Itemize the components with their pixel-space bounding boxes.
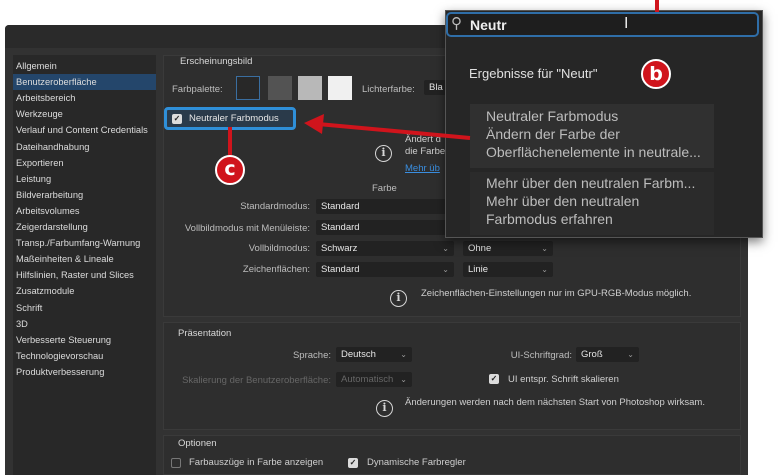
chevron-down-icon: ⌄	[400, 350, 407, 359]
result-description: Farbmodus erfahren	[486, 211, 613, 227]
sidebar-item[interactable]: 3D	[13, 316, 156, 332]
select-value: Automatisch	[341, 374, 394, 385]
chevron-down-icon: ⌄	[627, 350, 634, 359]
learn-more-link[interactable]: Mehr üb	[405, 163, 440, 174]
sidebar-item[interactable]: Allgemein	[13, 58, 156, 74]
options-group	[163, 435, 741, 475]
ui-scaling-select[interactable]: Automatisch ⌄	[336, 372, 412, 387]
chevron-down-icon: ⌄	[442, 244, 449, 253]
result-description: Oberflächenelemente in neutrale...	[486, 144, 701, 160]
color-column-header: Farbe	[372, 183, 397, 194]
info-icon: i	[375, 145, 392, 162]
standard-mode-select[interactable]: Standard	[316, 199, 454, 214]
color-channels-checkbox[interactable]	[171, 458, 181, 468]
search-result[interactable]: Neutraler Farbmodus Ändern der Farbe der…	[470, 104, 714, 168]
select-value: Standard	[321, 222, 360, 233]
select-value: Deutsch	[341, 349, 376, 360]
restart-info-text: Änderungen werden nach dem nächsten Star…	[405, 397, 705, 408]
artboards-label: Zeichenflächen:	[242, 264, 310, 275]
sidebar-item[interactable]: Dateihandhabung	[13, 139, 156, 155]
sidebar-item[interactable]: Produktverbesserung	[13, 364, 156, 380]
select-value: Groß	[581, 349, 603, 360]
palette-swatch-lightest[interactable]	[328, 76, 352, 100]
chevron-down-icon: ⌄	[400, 375, 407, 384]
dynamic-sliders-label[interactable]: Dynamische Farbregler	[367, 457, 466, 468]
sidebar-item[interactable]: Hilfslinien, Raster und Slices	[13, 267, 156, 283]
sidebar-item[interactable]: Maßeinheiten & Lineale	[13, 251, 156, 267]
neutral-info-line2: die Farbe	[405, 146, 446, 157]
sidebar-item[interactable]: Verlauf und Content Credentials	[13, 122, 156, 138]
fullscreen-label: Vollbildmodus:	[248, 243, 310, 254]
info-icon: i	[390, 290, 407, 307]
select-value: Linie	[468, 264, 489, 275]
search-input[interactable]: ⚲ Neutr I	[446, 12, 759, 37]
search-icon: ⚲	[451, 15, 462, 32]
search-result[interactable]: Mehr über den neutralen Farbm... Mehr üb…	[470, 172, 714, 235]
dynamic-sliders-checkbox[interactable]: ✓	[348, 458, 358, 468]
fullscreen-menu-label: Vollbildmodus mit Menüleiste:	[184, 223, 310, 234]
text-cursor-icon: I	[624, 15, 629, 32]
select-value: Ohne	[468, 243, 492, 254]
chevron-down-icon: ⌄	[541, 265, 548, 274]
palette-swatch-darkest[interactable]	[236, 76, 260, 100]
search-value: Neutr	[470, 17, 507, 33]
sidebar-item[interactable]: Technologievorschau	[13, 348, 156, 364]
neutral-mode-checkbox[interactable]: ✓	[172, 114, 182, 124]
sidebar-item[interactable]: Benutzeroberfläche	[13, 74, 156, 91]
ui-font-size-select[interactable]: Groß ⌄	[576, 347, 639, 362]
annotation-line-c	[228, 127, 232, 157]
select-value: Standard	[321, 264, 360, 275]
sidebar-item[interactable]: Transp./Farbumfang-Warnung	[13, 235, 156, 251]
fullscreen-menu-select[interactable]: Standard	[316, 220, 454, 235]
chevron-down-icon: ⌄	[541, 244, 548, 253]
fullscreen-color-select[interactable]: Schwarz ⌄	[316, 241, 454, 256]
annotation-line-a	[655, 0, 659, 12]
highlight-color-label: Lichterfarbe:	[362, 84, 415, 95]
ui-font-size-label: UI-Schriftgrad:	[510, 350, 572, 361]
palette-swatch-light[interactable]	[298, 76, 322, 100]
palette-swatch-dark[interactable]	[268, 76, 292, 100]
annotation-badge-c: c	[215, 155, 245, 185]
sidebar-item[interactable]: Werkzeuge	[13, 106, 156, 122]
language-label: Sprache:	[292, 350, 331, 361]
language-select[interactable]: Deutsch ⌄	[336, 347, 412, 362]
sidebar-item[interactable]: Schrift	[13, 300, 156, 316]
sidebar-item[interactable]: Verbesserte Steuerung	[13, 332, 156, 348]
sidebar: Allgemein Benutzeroberfläche Arbeitsbereic…	[13, 55, 156, 475]
neutral-mode-label[interactable]: Neutraler Farbmodus	[189, 113, 279, 124]
annotation-arrow	[304, 114, 471, 140]
result-description: Ändern der Farbe der	[486, 126, 620, 142]
result-title: Mehr über den neutralen Farbm...	[486, 175, 696, 191]
presentation-title: Präsentation	[178, 328, 232, 339]
scale-ui-label[interactable]: UI entspr. Schrift skalieren	[508, 374, 619, 385]
info-icon: i	[376, 400, 393, 417]
options-title: Optionen	[178, 438, 217, 449]
sidebar-item[interactable]: Bildverarbeitung	[13, 187, 156, 203]
sidebar-item[interactable]: Exportieren	[13, 155, 156, 171]
sidebar-item[interactable]: Arbeitsbereich	[13, 90, 156, 106]
result-title: Neutraler Farbmodus	[486, 108, 619, 124]
select-value: Standard	[321, 201, 360, 212]
result-description: Mehr über den neutralen	[486, 193, 640, 209]
color-channels-label[interactable]: Farbauszüge in Farbe anzeigen	[189, 457, 323, 468]
annotation-badge-b: b	[641, 59, 671, 89]
appearance-title: Erscheinungsbild	[180, 56, 253, 67]
select-value: Schwarz	[321, 243, 358, 254]
sidebar-item[interactable]: Arbeitsvolumes	[13, 203, 156, 219]
sidebar-item[interactable]: Zeigerdarstellung	[13, 219, 156, 235]
standard-mode-label: Standardmodus:	[240, 201, 310, 212]
sidebar-item[interactable]: Leistung	[13, 171, 156, 187]
results-heading: Ergebnisse für "Neutr"	[469, 66, 598, 81]
chevron-down-icon: ⌄	[442, 265, 449, 274]
artboard-info-text: Zeichenflächen-Einstellungen nur im GPU-…	[421, 288, 692, 299]
scale-ui-checkbox[interactable]: ✓	[489, 374, 499, 384]
artboards-border-select[interactable]: Linie ⌄	[463, 262, 553, 277]
sidebar-item[interactable]: Zusatzmodule	[13, 283, 156, 299]
fullscreen-border-select[interactable]: Ohne ⌄	[463, 241, 553, 256]
ui-scaling-label: Skalierung der Benutzeroberfläche:	[182, 375, 331, 386]
artboards-color-select[interactable]: Standard ⌄	[316, 262, 454, 277]
palette-label: Farbpalette:	[172, 84, 223, 95]
